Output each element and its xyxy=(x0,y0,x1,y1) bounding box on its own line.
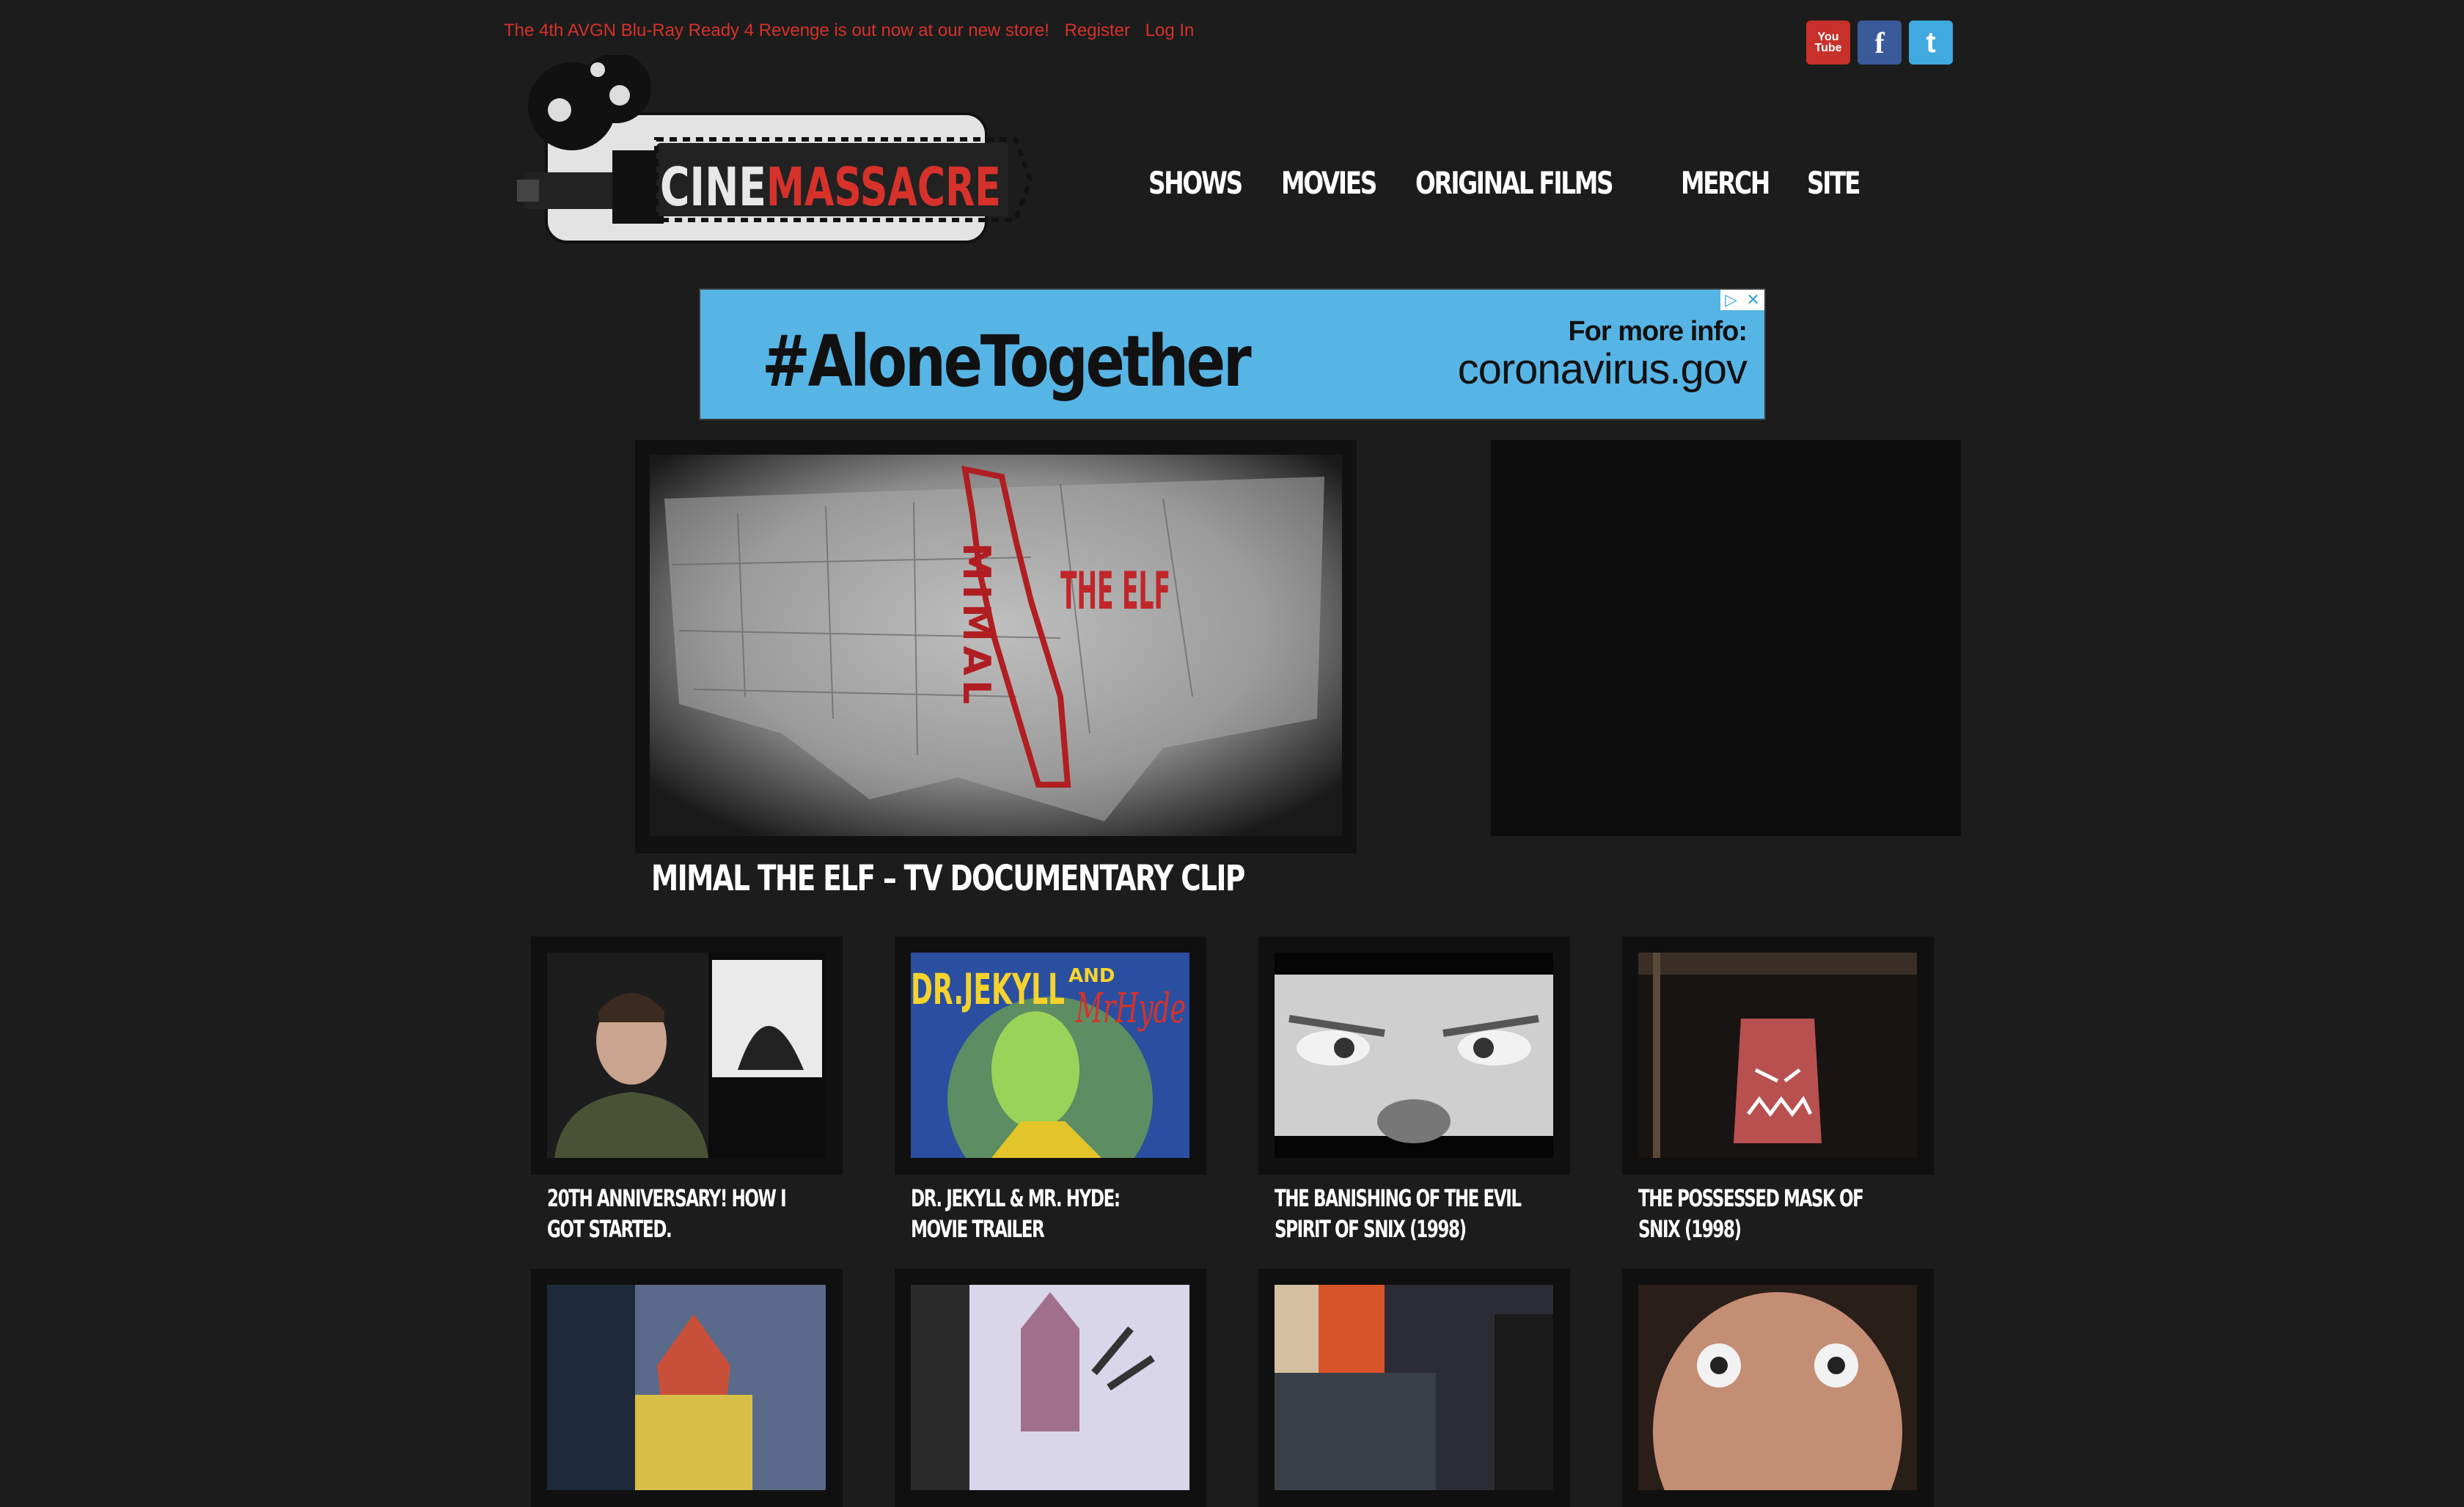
ad-close-icon[interactable]: ▷ ✕ xyxy=(1720,290,1764,310)
art-text-hyde: MrHyde xyxy=(1075,985,1186,1033)
featured-title[interactable]: MIMAL THE ELF – TV DOCUMENTARY CLIP xyxy=(651,858,1245,899)
facebook-icon[interactable]: f xyxy=(1858,21,1902,65)
ad-info-line1: For more info: xyxy=(1568,316,1748,347)
art-word-the-elf: THE ELF xyxy=(1060,561,1170,621)
video-thumbnail xyxy=(547,953,826,1158)
site-logo[interactable]: CINE MASSACRE xyxy=(517,53,1034,246)
nav-site[interactable]: SITE xyxy=(1807,165,1860,201)
register-link[interactable]: Register xyxy=(1065,21,1130,40)
logo-text-cine: CINE xyxy=(660,156,766,218)
video-card[interactable] xyxy=(1622,1269,1934,1507)
video-title[interactable]: 20TH ANNIVERSARY! HOW I GOT STARTED. xyxy=(547,1183,811,1244)
ad-hashtag: #AloneTogether xyxy=(762,320,1252,403)
video-card[interactable] xyxy=(531,936,843,1175)
video-title[interactable]: THE POSSESSED MASK OF SNIX (1998) xyxy=(1638,1183,1902,1244)
nav-merch[interactable]: MERCH xyxy=(1681,165,1770,201)
art-text-and: AND xyxy=(1068,965,1115,987)
video-thumbnail xyxy=(911,1285,1189,1490)
youtube-icon[interactable]: You Tube xyxy=(1806,21,1850,65)
main-nav: SHOWS MOVIES ORIGINAL FILMS MERCH SITE xyxy=(1148,165,1860,201)
ad-banner[interactable]: #AloneTogether For more info: coronaviru… xyxy=(699,288,1766,420)
ad-info-line2: coronavirus.gov xyxy=(1457,345,1748,393)
art-text-jekyll: DR.JEKYLL xyxy=(911,964,1065,1014)
video-thumbnail xyxy=(547,1285,826,1490)
video-thumbnail xyxy=(1638,1285,1917,1490)
video-card[interactable] xyxy=(895,1269,1206,1507)
featured-video[interactable]: MIMAL THE ELF xyxy=(635,440,1357,854)
video-card[interactable] xyxy=(1258,936,1570,1175)
top-bar: The 4th AVGN Blu-Ray Ready 4 Revenge is … xyxy=(504,21,1194,41)
video-card[interactable]: DR.JEKYLL AND MrHyde xyxy=(895,936,1206,1175)
video-card[interactable] xyxy=(1258,1269,1570,1507)
nav-shows[interactable]: SHOWS xyxy=(1148,165,1243,201)
nav-original-films[interactable]: ORIGINAL FILMS xyxy=(1415,165,1614,201)
video-title[interactable]: THE BANISHING OF THE EVIL SPIRIT OF SNIX… xyxy=(1275,1183,1539,1244)
video-thumbnail xyxy=(1275,1285,1553,1490)
video-thumbnail: DR.JEKYLL AND MrHyde xyxy=(911,953,1189,1158)
logo-text-massacre: MASSACRE xyxy=(766,156,1001,218)
video-card[interactable] xyxy=(1622,936,1934,1175)
login-link[interactable]: Log In xyxy=(1145,21,1195,40)
sidebar-ad-slot xyxy=(1491,440,1961,836)
social-links: You Tube f t xyxy=(1806,21,1953,65)
video-title[interactable]: DR. JEKYLL & MR. HYDE: MOVIE TRAILER xyxy=(911,1183,1175,1244)
featured-thumbnail: MIMAL THE ELF xyxy=(650,455,1342,836)
ad-info: For more info: coronavirus.gov xyxy=(1457,316,1748,394)
art-word-mimal: MIMAL xyxy=(954,543,998,708)
video-thumbnail xyxy=(1638,953,1917,1158)
video-thumbnail xyxy=(1275,953,1553,1158)
nav-movies[interactable]: MOVIES xyxy=(1281,165,1377,201)
twitter-icon[interactable]: t xyxy=(1909,21,1953,65)
video-card[interactable] xyxy=(531,1269,843,1507)
promo-link[interactable]: The 4th AVGN Blu-Ray Ready 4 Revenge is … xyxy=(504,21,1049,40)
